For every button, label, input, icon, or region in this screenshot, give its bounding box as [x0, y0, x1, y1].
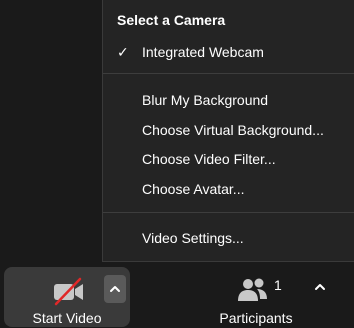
meeting-window: Select a Camera ✓ Integrated Webcam Blur…	[0, 0, 354, 328]
participants-label: Participants	[219, 310, 293, 326]
checkmark-icon: ✓	[117, 44, 129, 60]
camera-menu-title: Select a Camera	[117, 12, 226, 28]
video-filter-option[interactable]: Choose Video Filter...	[103, 146, 354, 172]
start-video-label: Start Video	[32, 310, 102, 326]
video-options-caret-button[interactable]	[104, 275, 126, 303]
camera-menu: Select a Camera ✓ Integrated Webcam Blur…	[102, 0, 354, 262]
video-off-icon	[54, 277, 83, 306]
meeting-toolbar: Start Video 1 Participants	[0, 263, 354, 328]
avatar-option[interactable]: Choose Avatar...	[103, 176, 354, 202]
video-settings-option[interactable]: Video Settings...	[103, 225, 354, 251]
camera-option-label: Integrated Webcam	[142, 44, 264, 60]
chevron-up-icon	[315, 284, 325, 290]
menu-divider	[103, 73, 354, 74]
blur-background-option[interactable]: Blur My Background	[103, 87, 354, 113]
chevron-up-icon	[110, 286, 120, 292]
participants-caret-button[interactable]	[310, 277, 330, 297]
participant-count: 1	[274, 277, 282, 293]
camera-option-integrated-webcam[interactable]: ✓ Integrated Webcam	[103, 39, 354, 65]
virtual-background-option[interactable]: Choose Virtual Background...	[103, 117, 354, 143]
participants-icon	[238, 278, 267, 301]
menu-divider	[103, 212, 354, 213]
participants-button[interactable]: 1 Participants	[210, 267, 302, 327]
start-video-button[interactable]: Start Video	[4, 267, 130, 327]
